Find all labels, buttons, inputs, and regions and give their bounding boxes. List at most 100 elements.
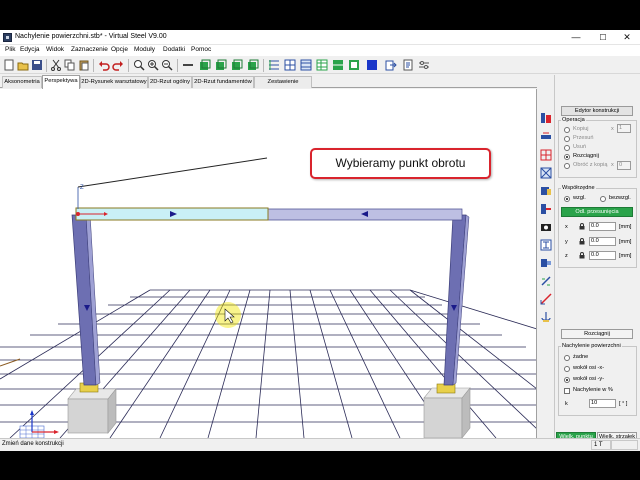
app-window: Nachylenie powierzchni.stb* - Virtual St… [0, 30, 640, 456]
plate-icon[interactable] [540, 185, 552, 197]
status-bar: Zmień dane konstrukcji 1 T [0, 438, 640, 451]
cut-icon[interactable] [50, 59, 62, 71]
menu-opcje[interactable]: Opcje [111, 46, 128, 53]
sections-icon[interactable] [332, 59, 344, 71]
column-tool-icon[interactable] [540, 112, 552, 124]
radio-rozciagnij[interactable] [564, 154, 570, 160]
radio-wokol-osi-x[interactable] [564, 366, 570, 372]
bracing-icon[interactable] [540, 167, 552, 179]
layers-icon[interactable] [300, 59, 312, 71]
tab-aksonometria[interactable]: Aksonometria [2, 76, 42, 88]
status-text: Zmień dane konstrukcji [2, 441, 64, 447]
materials-icon[interactable] [348, 59, 360, 71]
tool-icon-strip [537, 75, 555, 438]
dimension-icon[interactable] [268, 59, 280, 71]
settings-icon[interactable] [418, 59, 430, 71]
paste-icon[interactable] [78, 59, 90, 71]
k-label: k [565, 401, 568, 407]
new-file-icon[interactable] [3, 59, 15, 71]
beam-right-segment[interactable] [267, 208, 463, 221]
radio-wzgl[interactable] [564, 196, 570, 202]
radio-bezwzgl[interactable] [600, 196, 606, 202]
frame-grid-icon[interactable] [540, 149, 552, 161]
radio-zadne[interactable] [564, 355, 570, 361]
status-cell-empty [611, 440, 638, 450]
menu-bar: Plik Edycja Widok Zaznaczenie Opcje Modu… [0, 45, 640, 56]
radio-przesun[interactable] [564, 136, 570, 142]
radio-obroc-z-kopia[interactable] [564, 163, 570, 169]
rotate-icon[interactable] [540, 275, 552, 287]
k-field[interactable]: 10 [589, 399, 616, 408]
lock-x-icon[interactable] [579, 223, 585, 230]
letterbox-bottom [0, 451, 640, 480]
rotate-copy-field[interactable]: 0 [617, 161, 631, 170]
anchor-icon[interactable] [540, 311, 552, 323]
open-folder-icon[interactable] [17, 59, 29, 71]
menu-edycja[interactable]: Edycja [20, 46, 40, 53]
menu-moduly[interactable]: Moduły [134, 46, 155, 53]
maximize-button[interactable]: ☐ [590, 30, 616, 45]
profile-icon[interactable] [540, 239, 552, 251]
coord-x-field[interactable]: 0.0 [589, 222, 616, 231]
stretch-button[interactable]: Rozciągnij [561, 329, 633, 339]
k-unit: [ ° ] [619, 401, 628, 407]
print-preview-icon[interactable] [402, 59, 414, 71]
radio-wokol-osi-y[interactable] [564, 377, 570, 383]
grid-icon[interactable] [284, 59, 296, 71]
structure-editor-button[interactable]: Edytor konstrukcji [561, 106, 633, 116]
view-front-icon[interactable] [215, 59, 227, 71]
menu-zaznaczenie[interactable]: Zaznaczenie [71, 46, 108, 53]
copy-count-field[interactable]: 1 [617, 124, 631, 133]
save-icon[interactable] [31, 59, 43, 71]
rotate-copy-x: x [611, 162, 614, 168]
zoom-out-icon[interactable] [161, 59, 173, 71]
tab-rzut-fundamentow[interactable]: 2D-Rzut fundamentów [192, 76, 254, 88]
radio-kopiuj[interactable] [564, 127, 570, 133]
tab-zestawienie-materialu[interactable]: Zestawienie materiału [254, 76, 312, 96]
3d-viewport[interactable]: Z Wybieramy punkt obrotu [0, 89, 537, 438]
slope-percent-checkbox[interactable] [564, 388, 570, 394]
tab-rysunek-warsztatowy[interactable]: 2D-Rysunek warsztatowy [80, 76, 148, 88]
tab-rzut-ogolny[interactable]: 2D-Rzut ogólny [148, 76, 192, 88]
menu-pomoc[interactable]: Pomoc [191, 46, 211, 53]
coord-y-label: y [565, 239, 568, 245]
view-side-icon[interactable] [231, 59, 243, 71]
radio-usun[interactable] [564, 145, 570, 151]
option-kopiuj-label: Kopiuj [573, 126, 589, 132]
undo-icon[interactable] [98, 59, 110, 71]
color-icon[interactable] [366, 59, 378, 71]
beam-icon[interactable] [182, 59, 194, 71]
title-bar: Nachylenie powierzchni.stb* - Virtual St… [0, 30, 640, 45]
redo-icon[interactable] [112, 59, 124, 71]
minimize-button[interactable]: — [563, 30, 589, 45]
table-icon[interactable] [316, 59, 328, 71]
coord-z-field[interactable]: 0.0 [589, 251, 616, 260]
tab-perspektywa[interactable]: Perspektywa [42, 75, 80, 89]
menu-plik[interactable]: Plik [5, 46, 15, 53]
footing-right[interactable] [423, 383, 471, 438]
connection-icon[interactable] [540, 203, 552, 215]
stretch-tool-icon[interactable] [540, 131, 552, 143]
lock-z-icon[interactable] [579, 252, 585, 259]
menu-widok[interactable]: Widok [46, 46, 64, 53]
menu-dodatki[interactable]: Dodatki [163, 46, 185, 53]
export-icon[interactable] [385, 59, 397, 71]
close-button[interactable]: ✕ [614, 30, 640, 45]
zoom-in-icon[interactable] [147, 59, 159, 71]
measure-icon[interactable] [540, 293, 552, 305]
footing-left[interactable] [67, 382, 117, 434]
beam-selected[interactable] [75, 207, 269, 221]
camera-icon[interactable] [540, 221, 552, 233]
zoom-icon[interactable] [133, 59, 145, 71]
option-usun-label: Usuń [573, 144, 587, 150]
view-top-icon[interactable] [247, 59, 259, 71]
tutorial-callout: Wybieramy punkt obrotu [310, 148, 491, 179]
beam-section-icon[interactable] [540, 257, 552, 269]
view-3d-icon[interactable] [199, 59, 211, 71]
offset-distance-button[interactable]: Odl. przesunięcia [561, 207, 633, 217]
coord-x-label: x [565, 224, 568, 230]
copy-icon[interactable] [64, 59, 76, 71]
coord-y-field[interactable]: 0.0 [589, 237, 616, 246]
cursor-highlight [215, 302, 241, 328]
lock-y-icon[interactable] [579, 238, 585, 245]
